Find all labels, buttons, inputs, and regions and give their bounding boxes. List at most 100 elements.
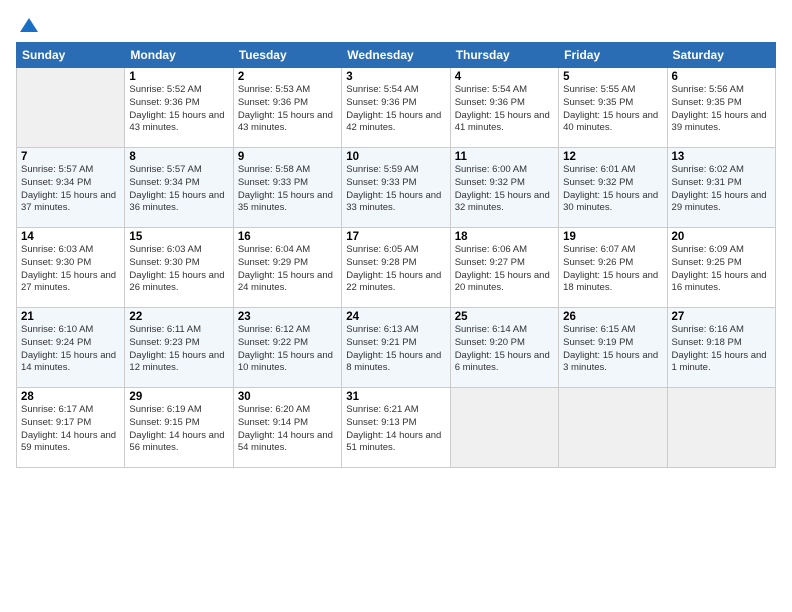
day-number: 12 (563, 151, 662, 163)
day-info: Sunrise: 6:09 AMSunset: 9:25 PMDaylight:… (672, 244, 771, 295)
day-info: Sunrise: 6:11 AMSunset: 9:23 PMDaylight:… (129, 324, 228, 375)
day-number: 4 (455, 71, 554, 83)
day-number: 28 (21, 391, 120, 403)
day-info: Sunrise: 6:14 AMSunset: 9:20 PMDaylight:… (455, 324, 554, 375)
calendar-week-row: 14Sunrise: 6:03 AMSunset: 9:30 PMDayligh… (17, 228, 776, 308)
day-info: Sunrise: 6:15 AMSunset: 9:19 PMDaylight:… (563, 324, 662, 375)
day-number: 16 (238, 231, 337, 243)
day-info: Sunrise: 6:20 AMSunset: 9:14 PMDaylight:… (238, 404, 337, 455)
day-number: 27 (672, 311, 771, 323)
calendar-cell: 24Sunrise: 6:13 AMSunset: 9:21 PMDayligh… (342, 308, 450, 388)
calendar-cell: 1Sunrise: 5:52 AMSunset: 9:36 PMDaylight… (125, 68, 233, 148)
calendar-cell: 11Sunrise: 6:00 AMSunset: 9:32 PMDayligh… (450, 148, 558, 228)
day-number: 17 (346, 231, 445, 243)
col-header-sunday: Sunday (17, 43, 125, 68)
calendar-header-row: SundayMondayTuesdayWednesdayThursdayFrid… (17, 43, 776, 68)
day-info: Sunrise: 6:21 AMSunset: 9:13 PMDaylight:… (346, 404, 445, 455)
day-number: 21 (21, 311, 120, 323)
day-number: 14 (21, 231, 120, 243)
calendar-cell: 2Sunrise: 5:53 AMSunset: 9:36 PMDaylight… (233, 68, 341, 148)
calendar-cell: 20Sunrise: 6:09 AMSunset: 9:25 PMDayligh… (667, 228, 775, 308)
col-header-thursday: Thursday (450, 43, 558, 68)
calendar-cell: 15Sunrise: 6:03 AMSunset: 9:30 PMDayligh… (125, 228, 233, 308)
calendar-cell: 13Sunrise: 6:02 AMSunset: 9:31 PMDayligh… (667, 148, 775, 228)
calendar-cell: 6Sunrise: 5:56 AMSunset: 9:35 PMDaylight… (667, 68, 775, 148)
calendar-cell (667, 388, 775, 468)
day-number: 2 (238, 71, 337, 83)
calendar-cell: 23Sunrise: 6:12 AMSunset: 9:22 PMDayligh… (233, 308, 341, 388)
logo (16, 14, 40, 36)
calendar-cell: 18Sunrise: 6:06 AMSunset: 9:27 PMDayligh… (450, 228, 558, 308)
day-info: Sunrise: 5:59 AMSunset: 9:33 PMDaylight:… (346, 164, 445, 215)
calendar-cell: 10Sunrise: 5:59 AMSunset: 9:33 PMDayligh… (342, 148, 450, 228)
day-number: 24 (346, 311, 445, 323)
day-number: 3 (346, 71, 445, 83)
day-info: Sunrise: 5:57 AMSunset: 9:34 PMDaylight:… (129, 164, 228, 215)
calendar-cell: 28Sunrise: 6:17 AMSunset: 9:17 PMDayligh… (17, 388, 125, 468)
calendar-cell: 3Sunrise: 5:54 AMSunset: 9:36 PMDaylight… (342, 68, 450, 148)
day-number: 11 (455, 151, 554, 163)
day-info: Sunrise: 6:13 AMSunset: 9:21 PMDaylight:… (346, 324, 445, 375)
header (16, 10, 776, 36)
calendar-cell: 21Sunrise: 6:10 AMSunset: 9:24 PMDayligh… (17, 308, 125, 388)
day-number: 8 (129, 151, 228, 163)
calendar-week-row: 7 Sunrise: 5:57 AMSunset: 9:34 PMDaylight… (17, 148, 776, 228)
calendar-cell: 30Sunrise: 6:20 AMSunset: 9:14 PMDayligh… (233, 388, 341, 468)
day-number: 20 (672, 231, 771, 243)
col-header-friday: Friday (559, 43, 667, 68)
calendar-cell (450, 388, 558, 468)
calendar-cell: 27Sunrise: 6:16 AMSunset: 9:18 PMDayligh… (667, 308, 775, 388)
day-info: Sunrise: 6:07 AMSunset: 9:26 PMDaylight:… (563, 244, 662, 295)
day-info: Sunrise: 6:06 AMSunset: 9:27 PMDaylight:… (455, 244, 554, 295)
calendar-cell (17, 68, 125, 148)
calendar-cell: 12Sunrise: 6:01 AMSunset: 9:32 PMDayligh… (559, 148, 667, 228)
page: SundayMondayTuesdayWednesdayThursdayFrid… (0, 0, 792, 612)
day-info: Sunrise: 6:05 AMSunset: 9:28 PMDaylight:… (346, 244, 445, 295)
day-info: Sunrise: 6:12 AMSunset: 9:22 PMDaylight:… (238, 324, 337, 375)
day-number: 6 (672, 71, 771, 83)
calendar-cell: 29Sunrise: 6:19 AMSunset: 9:15 PMDayligh… (125, 388, 233, 468)
day-number: 19 (563, 231, 662, 243)
day-info: Sunrise: 6:02 AMSunset: 9:31 PMDaylight:… (672, 164, 771, 215)
day-number: 9 (238, 151, 337, 163)
col-header-wednesday: Wednesday (342, 43, 450, 68)
calendar-cell: 26Sunrise: 6:15 AMSunset: 9:19 PMDayligh… (559, 308, 667, 388)
calendar-cell: 7Sunrise: 5:57 AMSunset: 9:34 PMDaylight… (17, 148, 125, 228)
day-info: Sunrise: 6:00 AMSunset: 9:32 PMDaylight:… (455, 164, 554, 215)
logo-icon (18, 14, 40, 36)
day-info: Sunrise: 5:55 AMSunset: 9:35 PMDaylight:… (563, 84, 662, 135)
day-info: Sunrise: 6:04 AMSunset: 9:29 PMDaylight:… (238, 244, 337, 295)
calendar-cell: 9Sunrise: 5:58 AMSunset: 9:33 PMDaylight… (233, 148, 341, 228)
logo-text (16, 14, 40, 36)
day-number: 1 (129, 71, 228, 83)
calendar-cell: 17Sunrise: 6:05 AMSunset: 9:28 PMDayligh… (342, 228, 450, 308)
calendar-cell: 8Sunrise: 5:57 AMSunset: 9:34 PMDaylight… (125, 148, 233, 228)
day-info: Sunrise: 5:53 AMSunset: 9:36 PMDaylight:… (238, 84, 337, 135)
day-info: Sunrise: 6:19 AMSunset: 9:15 PMDaylight:… (129, 404, 228, 455)
day-number: 22 (129, 311, 228, 323)
day-info: Sunrise: 6:16 AMSunset: 9:18 PMDaylight:… (672, 324, 771, 375)
calendar-week-row: 1Sunrise: 5:52 AMSunset: 9:36 PMDaylight… (17, 68, 776, 148)
calendar-cell: 14Sunrise: 6:03 AMSunset: 9:30 PMDayligh… (17, 228, 125, 308)
day-info: Sunrise: 6:01 AMSunset: 9:32 PMDaylight:… (563, 164, 662, 215)
calendar-cell: 22Sunrise: 6:11 AMSunset: 9:23 PMDayligh… (125, 308, 233, 388)
day-number: 5 (563, 71, 662, 83)
col-header-saturday: Saturday (667, 43, 775, 68)
day-info: Sunrise: 5:52 AMSunset: 9:36 PMDaylight:… (129, 84, 228, 135)
day-number: 13 (672, 151, 771, 163)
day-info: Sunrise: 5:54 AMSunset: 9:36 PMDaylight:… (346, 84, 445, 135)
calendar-cell: 5Sunrise: 5:55 AMSunset: 9:35 PMDaylight… (559, 68, 667, 148)
day-info: Sunrise: 6:10 AMSunset: 9:24 PMDaylight:… (21, 324, 120, 375)
col-header-monday: Monday (125, 43, 233, 68)
day-number: 23 (238, 311, 337, 323)
day-number: 10 (346, 151, 445, 163)
calendar-cell: 25Sunrise: 6:14 AMSunset: 9:20 PMDayligh… (450, 308, 558, 388)
day-info: Sunrise: 5:56 AMSunset: 9:35 PMDaylight:… (672, 84, 771, 135)
day-info: Sunrise: 5:54 AMSunset: 9:36 PMDaylight:… (455, 84, 554, 135)
calendar-cell: 19Sunrise: 6:07 AMSunset: 9:26 PMDayligh… (559, 228, 667, 308)
day-info: Sunrise: 6:03 AMSunset: 9:30 PMDaylight:… (21, 244, 120, 295)
col-header-tuesday: Tuesday (233, 43, 341, 68)
calendar-cell (559, 388, 667, 468)
day-number: 7 (21, 151, 120, 163)
day-info: Sunrise: 5:58 AMSunset: 9:33 PMDaylight:… (238, 164, 337, 215)
